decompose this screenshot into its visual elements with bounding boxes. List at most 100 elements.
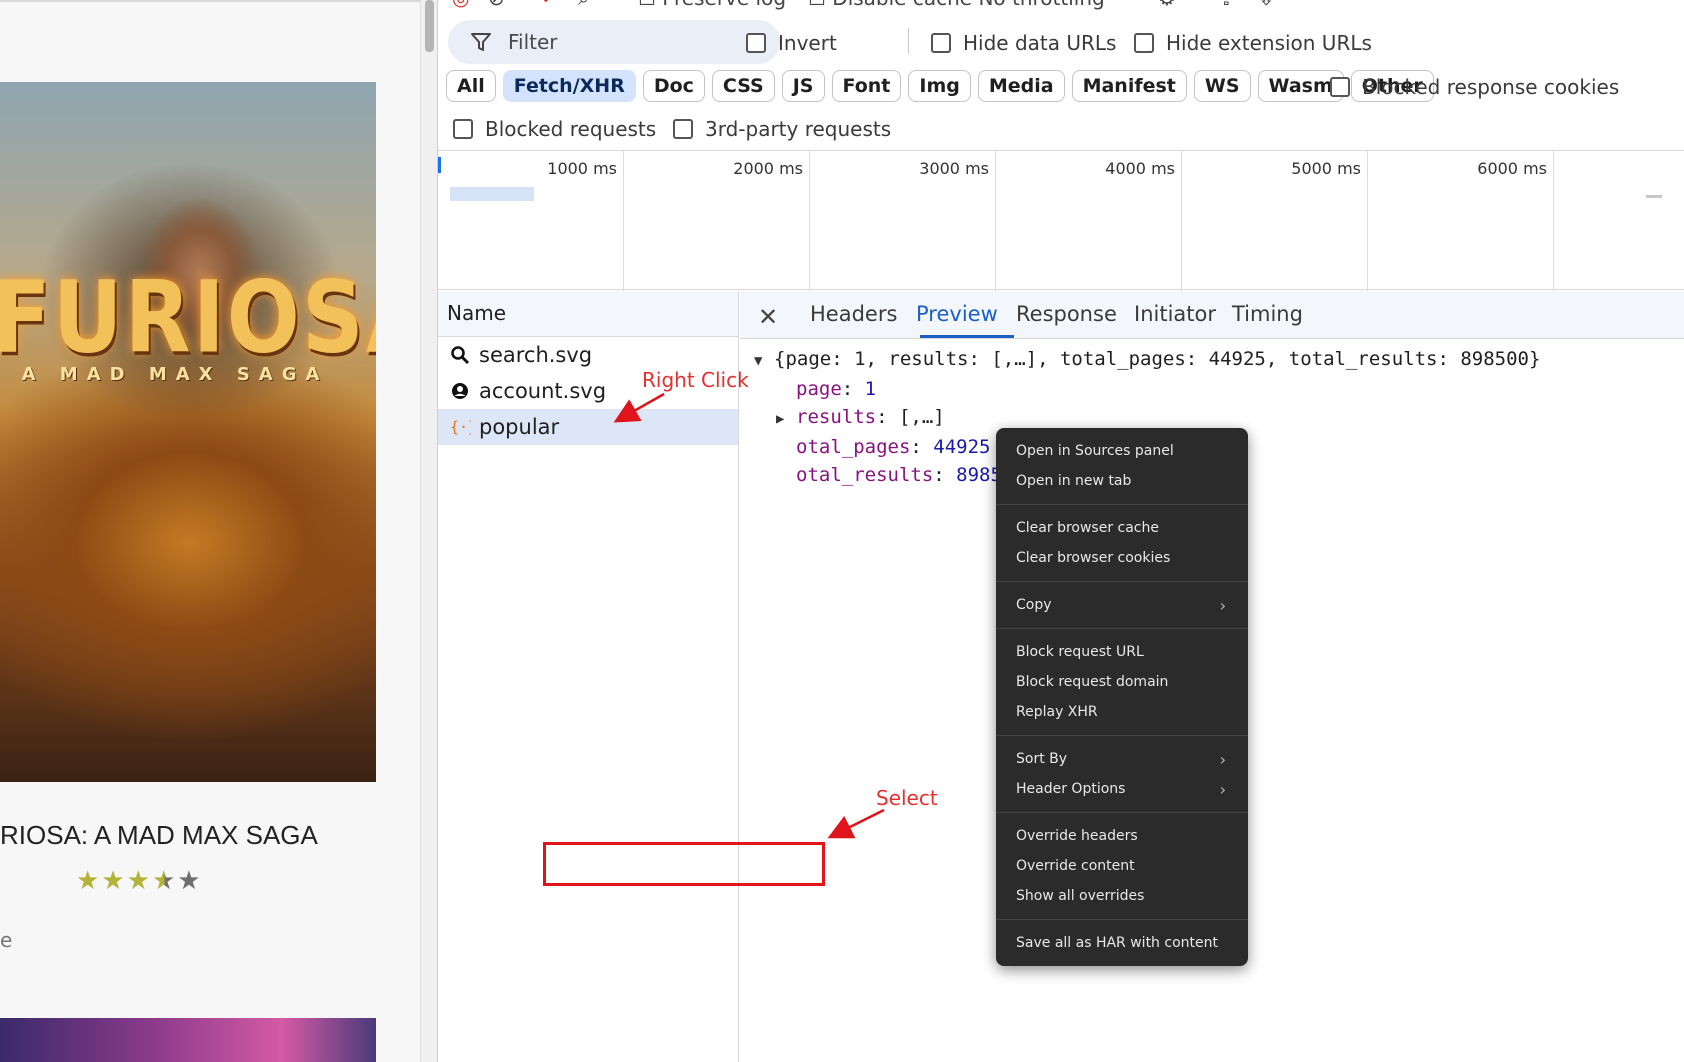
json-value: [,…] [898, 406, 945, 428]
third-party-requests-checkbox[interactable]: 3rd-party requests [673, 117, 891, 141]
expanded-triangle-icon[interactable]: ▼ [754, 347, 774, 375]
type-filter-doc[interactable]: Doc [642, 70, 705, 102]
menu-item-override-content[interactable]: Override content [996, 851, 1248, 881]
timeline-gridline [1553, 151, 1554, 291]
menu-item-label: Clear browser cache [1016, 520, 1159, 536]
menu-item-replay-xhr[interactable]: Replay XHR [996, 697, 1248, 727]
menu-item-clear-browser-cache[interactable]: Clear browser cache [996, 513, 1248, 543]
menu-item-label: Override content [1016, 858, 1135, 874]
checkbox-box[interactable] [1134, 33, 1154, 53]
tab-response[interactable]: Response [1016, 302, 1117, 326]
hide-extension-urls-label: Hide extension URLs [1166, 31, 1372, 55]
timeline-gridline [623, 151, 624, 291]
type-filter-media[interactable]: Media [977, 70, 1065, 102]
star-icon: ★ [76, 866, 102, 896]
movie-poster-next[interactable] [0, 1018, 376, 1062]
throttling-select[interactable]: No throttling [978, 0, 1104, 10]
movie-poster[interactable]: FURIOSA A MAD MAX SAGA [0, 82, 376, 782]
menu-item-save-all-as-har-with-content[interactable]: Save all as HAR with content [996, 928, 1248, 958]
search-icon[interactable]: ⌕ [578, 0, 589, 10]
half-star-icon: ★ [151, 866, 178, 896]
timeline-gridline [1181, 151, 1182, 291]
menu-item-block-request-url[interactable]: Block request URL [996, 637, 1248, 667]
menu-item-open-in-sources-panel[interactable]: Open in Sources panel [996, 436, 1248, 466]
close-icon[interactable]: ✕ [758, 303, 778, 331]
menu-item-override-headers[interactable]: Override headers [996, 821, 1248, 851]
checkbox-box[interactable] [673, 119, 693, 139]
type-filter-js[interactable]: JS [781, 70, 825, 102]
filter-icon [471, 33, 491, 51]
active-tab-indicator [920, 335, 1014, 338]
type-filter-css[interactable]: CSS [711, 70, 775, 102]
type-filter-font[interactable]: Font [831, 70, 902, 102]
checkbox-box[interactable] [746, 33, 766, 53]
request-row-popular[interactable]: {·} popular [438, 409, 738, 445]
type-filter-img[interactable]: Img [908, 70, 971, 102]
network-settings-icon[interactable]: ⚙ [1158, 0, 1176, 10]
record-icon[interactable]: ◎ [452, 0, 469, 10]
disable-cache-checkbox[interactable]: ☐ Disable cache No throttling [808, 0, 1105, 10]
invert-checkbox[interactable]: Invert [746, 31, 837, 55]
checkbox-box[interactable] [931, 33, 951, 53]
blocked-requests-checkbox[interactable]: Blocked requests [453, 117, 656, 141]
type-filter-all[interactable]: All [446, 70, 496, 102]
scrollbar-thumb[interactable] [425, 0, 434, 52]
json-key: page [796, 378, 842, 400]
star-icon: ★ [101, 866, 127, 896]
page-top-divider [0, 0, 420, 2]
menu-item-block-request-domain[interactable]: Block request domain [996, 667, 1248, 697]
type-filter-ws[interactable]: WS [1193, 70, 1251, 102]
tab-initiator[interactable]: Initiator [1134, 302, 1216, 326]
preserve-log-checkbox[interactable]: ☐ Preserve log [638, 0, 786, 10]
network-timeline-overview[interactable]: 1000 ms 2000 ms 3000 ms 4000 ms 5000 ms 6000 … [438, 150, 1684, 291]
timeline-request-bar [1646, 195, 1662, 198]
star-rating: ★★★★★ [76, 866, 203, 896]
chevron-right-icon: › [1219, 779, 1226, 799]
context-menu: Open in Sources panel Open in new tab Clea… [996, 428, 1248, 966]
resource-type-filters: All Fetch/XHR Doc CSS JS Font Img Media Manifest… [446, 70, 1434, 102]
menu-item-label: Open in Sources panel [1016, 443, 1174, 459]
timeline-request-bar [450, 187, 534, 201]
movie-snippet-text: e [0, 928, 13, 952]
type-filter-manifest[interactable]: Manifest [1071, 70, 1187, 102]
import-har-icon[interactable]: ⇪ [1218, 0, 1235, 10]
menu-item-open-in-new-tab[interactable]: Open in new tab [996, 466, 1248, 496]
tab-headers[interactable]: Headers [810, 302, 897, 326]
request-name: search.svg [479, 343, 593, 367]
name-column-header[interactable]: Name [438, 291, 738, 337]
menu-item-label: Save all as HAR with content [1016, 935, 1218, 951]
collapsed-triangle-icon[interactable]: ▶ [776, 405, 796, 433]
request-name: account.svg [479, 379, 607, 403]
type-filter-fetch-xhr[interactable]: Fetch/XHR [502, 70, 636, 102]
movie-title[interactable]: RIOSA: A MAD MAX SAGA [0, 820, 376, 851]
blocked-response-cookies-checkbox[interactable]: Blocked response cookies [1330, 75, 1619, 99]
svg-text:{·}: {·} [450, 418, 471, 436]
timeline-tick-label: 6000 ms [1477, 159, 1547, 178]
tab-preview[interactable]: Preview [916, 302, 998, 326]
hide-data-urls-label: Hide data URLs [963, 31, 1117, 55]
blocked-requests-label: Blocked requests [485, 117, 657, 141]
clear-icon[interactable]: ⊘ [488, 0, 505, 10]
account-icon [449, 380, 471, 402]
hide-data-urls-checkbox[interactable]: Hide data URLs [931, 31, 1116, 55]
menu-item-show-all-overrides[interactable]: Show all overrides [996, 881, 1248, 911]
divider [908, 28, 909, 54]
filter-input[interactable]: Filter [448, 20, 780, 64]
menu-item-header-options[interactable]: Header Options › [996, 774, 1248, 804]
export-har-icon[interactable]: ⇩ [1258, 0, 1275, 10]
tab-timing[interactable]: Timing [1232, 302, 1303, 326]
checkbox-box[interactable] [453, 119, 473, 139]
json-root-row[interactable]: ▼ {page: 1, results: [,…], total_pages: 4… [754, 345, 1540, 375]
menu-item-copy[interactable]: Copy › [996, 590, 1248, 620]
hide-extension-urls-checkbox[interactable]: Hide extension URLs [1134, 31, 1372, 55]
menu-separator [996, 735, 1248, 736]
menu-item-clear-browser-cookies[interactable]: Clear browser cookies [996, 543, 1248, 573]
filter-toggle-icon[interactable]: ⏷ [538, 0, 554, 10]
timeline-gridline [995, 151, 996, 291]
menu-item-sort-by[interactable]: Sort By › [996, 744, 1248, 774]
annotation-highlight-box [543, 842, 825, 886]
page-scrollbar[interactable] [420, 0, 437, 1062]
checkbox-box[interactable] [1330, 77, 1350, 97]
menu-item-label: Clear browser cookies [1016, 550, 1171, 566]
menu-separator [996, 812, 1248, 813]
